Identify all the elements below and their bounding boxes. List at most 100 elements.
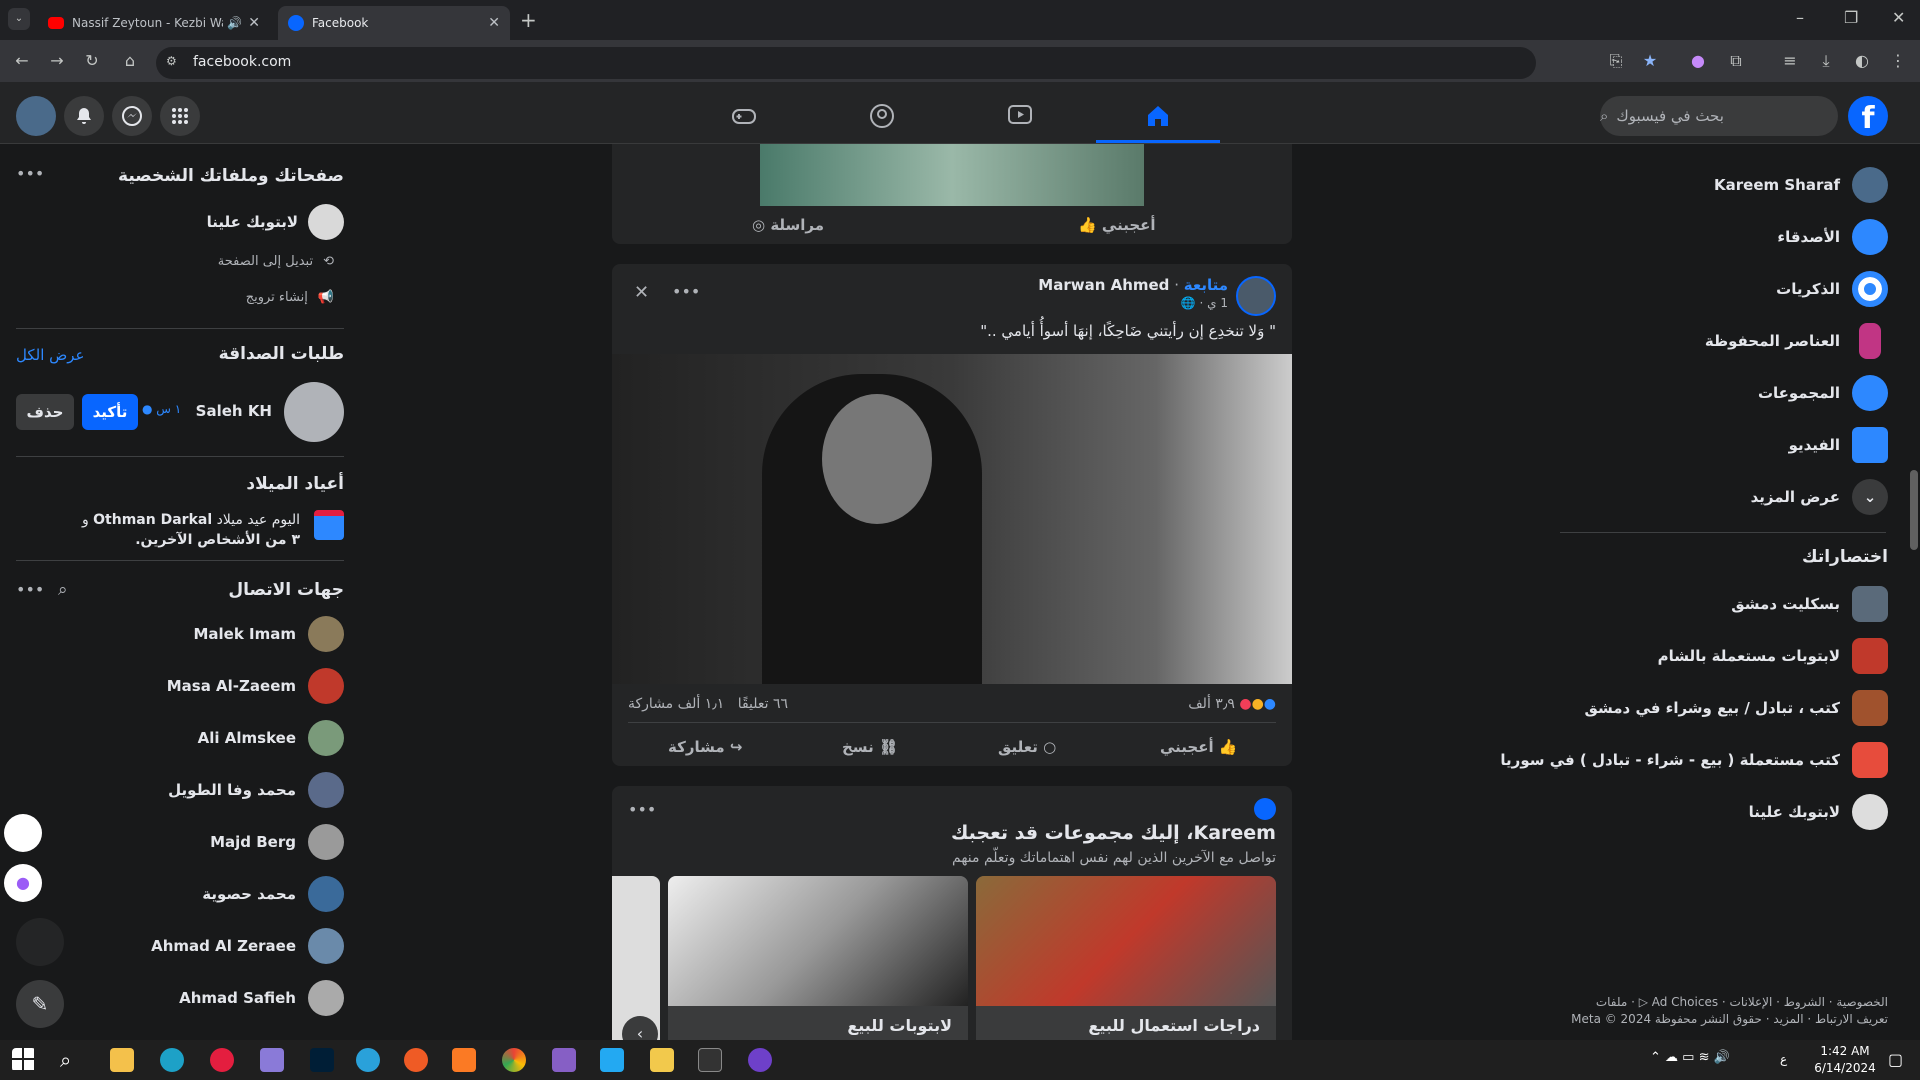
new-tab-button[interactable]: + [520, 8, 537, 32]
footer-links[interactable]: الخصوصية · الشروط · الإعلانات · Ad Choic… [1596, 995, 1888, 1009]
contact-item[interactable]: Ahmad Safieh [16, 976, 344, 1020]
postman-icon[interactable] [404, 1048, 428, 1072]
follow-link[interactable]: متابعة [1184, 276, 1228, 294]
contact-item[interactable]: Ahmad Al Zeraee [16, 924, 344, 968]
page-item[interactable]: لابتوبك علينا [207, 204, 344, 240]
search-taskbar-icon[interactable]: ⌕ [60, 1048, 84, 1072]
groups-icon[interactable] [866, 100, 898, 132]
menu-see-more[interactable]: عرض المزيد ⌄ [1751, 477, 1888, 517]
requester-avatar[interactable] [284, 382, 344, 442]
site-info-icon[interactable]: ⚙ [166, 54, 182, 70]
close-window-button[interactable]: ✕ [1892, 8, 1905, 27]
url-text[interactable]: facebook.com [193, 54, 291, 70]
group-card[interactable]: لابتوبات للبيع [668, 876, 968, 1040]
pages-more-icon[interactable]: ••• [16, 164, 44, 183]
author-avatar[interactable] [1236, 276, 1276, 316]
message-button[interactable]: ◎ مراسلة [752, 216, 824, 234]
menu-video[interactable]: الفيديو [1789, 425, 1888, 465]
delete-button[interactable]: حذف [16, 394, 74, 430]
clock-date[interactable]: 6/14/2024 [1810, 1061, 1880, 1075]
notifications-icon[interactable] [64, 96, 104, 136]
opera-icon[interactable] [210, 1048, 234, 1072]
post-time[interactable]: 1 ي · 🌐 [1181, 296, 1228, 310]
vscode-icon[interactable] [600, 1048, 624, 1072]
extension-copilot-icon[interactable]: ● [1686, 49, 1710, 73]
see-all-link[interactable]: عرض الكل [16, 346, 85, 364]
scrollbar[interactable] [1908, 90, 1918, 1040]
menu-saved[interactable]: العناصر المحفوظة [1705, 321, 1888, 361]
file-explorer-icon[interactable] [110, 1048, 134, 1072]
menu-groups[interactable]: المجموعات [1758, 373, 1888, 413]
shortcut-item[interactable]: لابتوبك علينا [1749, 792, 1888, 832]
install-icon[interactable]: ⎘ [1604, 49, 1628, 73]
clock-time[interactable]: 1:42 AM [1810, 1044, 1880, 1058]
video-icon[interactable] [1004, 100, 1036, 132]
forward-icon[interactable]: → [45, 49, 69, 73]
comments-count[interactable]: ٦٦ تعليقًا [738, 696, 788, 712]
status-circle[interactable] [16, 918, 64, 966]
comment-action-button[interactable]: ○ تعليق [998, 738, 1056, 756]
menu-grid-icon[interactable] [160, 96, 200, 136]
post-more-icon[interactable]: ••• [672, 282, 700, 301]
author-name[interactable]: Marwan Ahmed [1038, 276, 1169, 294]
telegram-icon[interactable] [356, 1048, 380, 1072]
facebook-logo[interactable]: f [1848, 96, 1888, 136]
visual-studio-icon[interactable] [552, 1048, 576, 1072]
previous-post-image[interactable] [760, 144, 1144, 206]
scrollbar-thumb[interactable] [1910, 470, 1918, 550]
post-close-icon[interactable]: ✕ [634, 282, 649, 303]
new-message-button[interactable]: ✎ [16, 980, 64, 1028]
restore-button[interactable]: ❐ [1844, 8, 1858, 27]
chrome-icon[interactable] [502, 1048, 526, 1072]
like-button[interactable]: 👍 أعجبني [1078, 216, 1156, 234]
contact-item[interactable]: Masa Al-Zaeem [16, 664, 344, 708]
reload-icon[interactable]: ↻ [80, 49, 104, 73]
menu-friends[interactable]: الأصدقاء [1777, 217, 1888, 257]
shortcut-item[interactable]: كتب ، تبادل / بيع وشراء في دمشق [1584, 688, 1888, 728]
extensions-icon[interactable]: ⧉ [1724, 49, 1748, 73]
contacts-search-icon[interactable]: ⌕ [58, 580, 68, 600]
minimize-button[interactable]: – [1796, 8, 1804, 27]
shares-count[interactable]: ١٫١ ألف مشاركة [628, 696, 724, 712]
copilot-floating-icon[interactable]: ● [4, 864, 42, 902]
bookmark-star-icon[interactable]: ★ [1638, 49, 1662, 73]
footer-copyright[interactable]: تعريف الارتباط · المزيد · حقوق النشر محف… [1571, 1012, 1888, 1026]
download-icon[interactable]: ⤓ [1814, 49, 1838, 73]
like-action-button[interactable]: 👍 أعجبني [1160, 738, 1238, 756]
facebook-search-input[interactable]: بحث في فيسبوك ⌕ [1600, 96, 1838, 136]
share-action-button[interactable]: ↪ مشاركة [668, 738, 742, 756]
home-icon[interactable]: ⌂ [118, 49, 142, 73]
profile-icon[interactable]: ◐ [1850, 49, 1874, 73]
contact-item[interactable]: Majd Berg [16, 820, 344, 864]
photoshop-icon[interactable] [310, 1048, 334, 1072]
groups-more-icon[interactable]: ••• [628, 800, 656, 819]
contact-item[interactable]: Malek Imam [16, 612, 344, 656]
group-card[interactable]: دراجات استعمال للبيع [976, 876, 1276, 1040]
close-tab-icon[interactable]: ✕ [248, 15, 260, 31]
xampp-icon[interactable] [452, 1048, 476, 1072]
post-photo[interactable] [612, 354, 1292, 684]
confirm-button[interactable]: تأكيد [82, 394, 138, 430]
profile-link[interactable]: Kareem Sharaf [1714, 165, 1888, 205]
github-icon[interactable] [748, 1048, 772, 1072]
translate-icon[interactable] [4, 814, 42, 852]
tab-search-icon[interactable]: ⌄ [8, 8, 30, 30]
terminal-icon[interactable] [698, 1048, 722, 1072]
vpn-icon[interactable] [260, 1048, 284, 1072]
contact-item[interactable]: Ali Almskee [16, 716, 344, 760]
switch-page-link[interactable]: ⟲ تبديل إلى الصفحة [218, 254, 334, 269]
tab-facebook[interactable]: Facebook ✕ [278, 6, 510, 40]
account-avatar[interactable] [16, 96, 56, 136]
git-tool-icon[interactable] [650, 1048, 674, 1072]
edge-icon[interactable] [160, 1048, 184, 1072]
audio-icon[interactable]: 🔊 [227, 16, 242, 30]
shortcut-item[interactable]: بسكليت دمشق [1731, 584, 1888, 624]
tray-icons[interactable]: ⌃ ☁ ▭ ≋ 🔊 [1650, 1050, 1730, 1065]
contact-item[interactable]: محمد وفا الطويل [16, 768, 344, 812]
media-icon[interactable]: ≡ [1778, 49, 1802, 73]
menu-memories[interactable]: الذكريات [1776, 269, 1888, 309]
requester-name[interactable]: Saleh KH [196, 402, 272, 420]
shortcut-item[interactable]: كتب مستعملة ( بيع - شراء - تبادل ) في سو… [1500, 740, 1888, 780]
keyboard-language[interactable]: ع [1780, 1052, 1787, 1066]
copy-action-button[interactable]: ⛓ نسخ [842, 738, 898, 756]
